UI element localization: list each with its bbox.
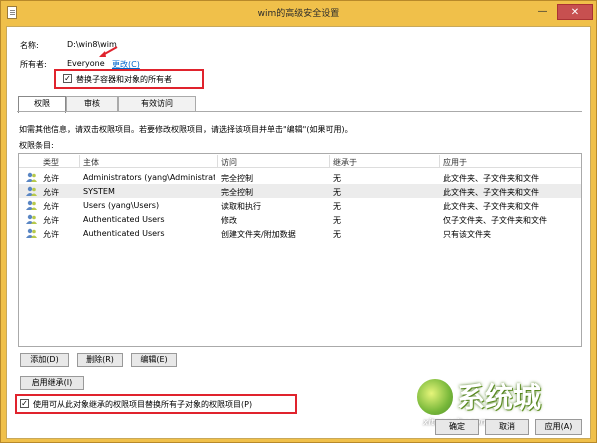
minimize-button[interactable]: —: [530, 4, 555, 20]
replace-owner-label: 替换子容器和对象的所有者: [76, 75, 172, 84]
cell-principal: Authenticated Users: [83, 215, 165, 224]
cell-type: 允许: [43, 174, 59, 183]
cell-applies-to: 仅子文件夹、子文件夹和文件: [443, 216, 547, 225]
permission-entries-list[interactable]: 类型 主体 访问 继承于 应用于 允许 Administrators (yang…: [18, 153, 582, 347]
edit-button[interactable]: 编辑(E): [131, 353, 177, 367]
replace-child-permissions-checkbox[interactable]: ✓: [20, 399, 29, 408]
cell-inherited-from: 无: [333, 230, 341, 239]
replace-owner-checkbox[interactable]: ✓: [63, 74, 72, 83]
cell-principal: Users (yang\Users): [83, 201, 160, 210]
tab-auditing[interactable]: 审核: [66, 96, 118, 112]
column-separator: [329, 155, 330, 167]
owner-label: 所有者:: [20, 60, 47, 69]
cell-applies-to: 只有该文件夹: [443, 230, 491, 239]
column-header-type[interactable]: 类型: [43, 157, 59, 168]
enable-inheritance-button[interactable]: 启用继承(I): [20, 376, 84, 390]
users-icon: [26, 186, 37, 196]
cell-type: 允许: [43, 230, 59, 239]
cell-type: 允许: [43, 188, 59, 197]
cell-principal: SYSTEM: [83, 187, 115, 196]
column-header-inherited-from[interactable]: 继承于: [333, 157, 357, 168]
cell-applies-to: 此文件夹、子文件夹和文件: [443, 188, 539, 197]
dialog-content: 名称: D:\win8\wim 所有者: Everyone 更改(C) ✓ 替换…: [6, 26, 591, 439]
table-row[interactable]: 允许 Users (yang\Users) 读取和执行 无 此文件夹、子文件夹和…: [19, 198, 581, 212]
cell-access: 完全控制: [221, 188, 253, 197]
users-icon: [26, 228, 37, 238]
cell-principal: Administrators (yang\Administrat...: [83, 173, 215, 182]
cell-inherited-from: 无: [333, 202, 341, 211]
cell-principal: Authenticated Users: [83, 229, 165, 238]
column-separator: [217, 155, 218, 167]
cell-type: 允许: [43, 202, 59, 211]
cell-applies-to: 此文件夹、子文件夹和文件: [443, 202, 539, 211]
watermark-text: 系统城: [457, 381, 542, 414]
cell-access: 修改: [221, 216, 237, 225]
window-title: wim的高级安全设置: [257, 9, 340, 19]
list-header: 类型 主体 访问 继承于 应用于: [19, 154, 581, 168]
cell-access: 完全控制: [221, 174, 253, 183]
table-row[interactable]: 允许 Administrators (yang\Administrat... 完…: [19, 170, 581, 184]
close-button[interactable]: ✕: [557, 4, 593, 20]
tab-effective-access[interactable]: 有效访问: [118, 96, 196, 112]
remove-button[interactable]: 删除(R): [77, 353, 123, 367]
users-icon: [26, 172, 37, 182]
cell-applies-to: 此文件夹、子文件夹和文件: [443, 174, 539, 183]
red-arrow-annotation: [99, 46, 118, 57]
ok-button[interactable]: 确定: [435, 419, 479, 435]
column-header-access[interactable]: 访问: [221, 157, 237, 168]
entries-label: 权限条目:: [19, 141, 54, 150]
name-label: 名称:: [20, 41, 39, 50]
cell-type: 允许: [43, 216, 59, 225]
info-text: 如需其他信息，请双击权限项目。若要修改权限项目，请选择该项目并单击"编辑"(如果…: [19, 125, 353, 134]
cell-access: 创建文件夹/附加数据: [221, 230, 296, 239]
title-bar[interactable]: wim的高级安全设置 — ✕: [1, 1, 596, 25]
cancel-button[interactable]: 取消: [485, 419, 529, 435]
cell-inherited-from: 无: [333, 216, 341, 225]
cell-inherited-from: 无: [333, 188, 341, 197]
security-settings-window: wim的高级安全设置 — ✕ 名称: D:\win8\wim 所有者: Ever…: [0, 0, 597, 443]
apply-button[interactable]: 应用(A): [535, 419, 582, 435]
column-header-principal[interactable]: 主体: [83, 157, 99, 168]
add-button[interactable]: 添加(D): [20, 353, 69, 367]
tab-divider: [17, 111, 582, 112]
cell-access: 读取和执行: [221, 202, 261, 211]
table-row[interactable]: 允许 Authenticated Users 创建文件夹/附加数据 无 只有该文…: [19, 226, 581, 240]
owner-value: Everyone: [67, 59, 105, 68]
table-row[interactable]: 允许 SYSTEM 完全控制 无 此文件夹、子文件夹和文件: [19, 184, 581, 198]
replace-child-permissions-label: 使用可从此对象继承的权限项目替换所有子对象的权限项目(P): [33, 400, 253, 409]
watermark-logo-icon: [415, 377, 455, 417]
users-icon: [26, 200, 37, 210]
column-separator: [439, 155, 440, 167]
cell-inherited-from: 无: [333, 174, 341, 183]
column-separator: [79, 155, 80, 167]
column-header-applies-to[interactable]: 应用于: [443, 157, 467, 168]
users-icon: [26, 214, 37, 224]
table-row[interactable]: 允许 Authenticated Users 修改 无 仅子文件夹、子文件夹和文…: [19, 212, 581, 226]
